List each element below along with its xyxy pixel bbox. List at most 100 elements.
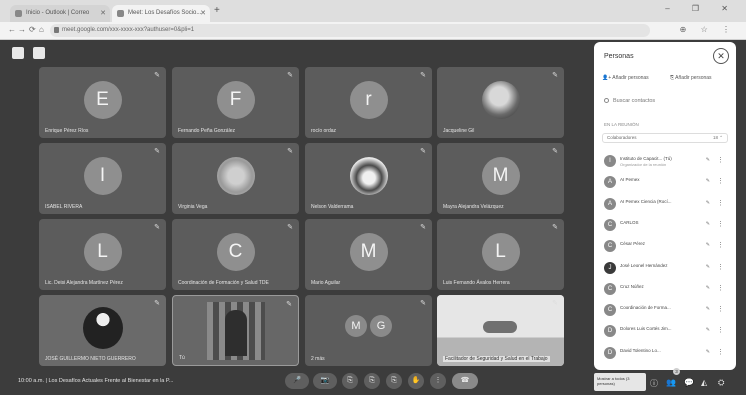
participant-tile[interactable]: M ✎ Mario Aguilar xyxy=(305,219,432,290)
participant-tile[interactable]: ✎ Facilitador de Seguridad y Salud en el … xyxy=(437,295,564,366)
participant-row[interactable]: C Cruz Núñez ✎ ⋮ xyxy=(604,279,730,299)
participant-tile[interactable]: L ✎ Lic. Deisi Alejandra Martínez Pérez xyxy=(39,219,166,290)
pin-icon[interactable]: ✎ xyxy=(420,147,426,155)
camera-button[interactable]: 📷 xyxy=(313,373,337,389)
present-button[interactable]: ⎘ xyxy=(386,373,402,389)
more-icon[interactable]: ⋮ xyxy=(717,199,724,207)
pin-icon[interactable]: ✎ xyxy=(552,299,558,307)
pin-icon[interactable]: ✎ xyxy=(154,223,160,231)
participant-tile[interactable]: L ✎ Luis Fernando Ávalos Herrera xyxy=(437,219,564,290)
more-icon[interactable]: ⋮ xyxy=(717,284,724,292)
participant-tile[interactable]: ✎ Tú xyxy=(172,295,299,366)
participant-tile[interactable]: ✎ Jacqueline Gil xyxy=(437,67,564,138)
participant-name: 2 más xyxy=(311,356,325,362)
participant-row[interactable]: A AI Pemex ✎ ⋮ xyxy=(604,172,730,192)
window-controls[interactable]: – ❐ ✕ xyxy=(665,4,738,13)
participant-tile[interactable]: ✎ Virginia Vega xyxy=(172,143,299,214)
collaborators-group[interactable]: Colaboradores 18 ⌃ xyxy=(602,133,728,143)
pin-icon[interactable]: ✎ xyxy=(420,299,426,307)
contact-search-input[interactable]: Buscar contactos xyxy=(604,98,655,104)
pin-icon[interactable]: ✎ xyxy=(706,327,710,333)
pin-icon[interactable]: ✎ xyxy=(286,300,292,308)
layout-icon[interactable] xyxy=(12,47,24,59)
browser-tab-meet[interactable]: Meet: Los Desafíos Socio... ✕ xyxy=(112,5,210,22)
close-tab-icon[interactable]: ✕ xyxy=(100,5,106,22)
participant-row[interactable]: C CARLOS ✎ ⋮ xyxy=(604,215,730,235)
pin-icon[interactable]: ✎ xyxy=(420,71,426,79)
participant-tile[interactable]: ✎ JOSÉ GUILLERMO NIETO GUERRERO xyxy=(39,295,166,366)
share-link-button[interactable]: ⎘ Añadir personas xyxy=(670,73,712,84)
pin-icon[interactable]: ✎ xyxy=(706,306,710,312)
reload-icon[interactable]: ⟳ xyxy=(29,25,36,34)
participant-tile[interactable]: M ✎ Mayra Alejandra Velázquez xyxy=(437,143,564,214)
close-panel-button[interactable]: ✕ xyxy=(713,48,729,64)
participant-row[interactable]: D Dolores Luis Cortés Jim... ✎ ⋮ xyxy=(604,321,730,341)
captions-icon[interactable] xyxy=(33,47,46,59)
pin-icon[interactable]: ✎ xyxy=(706,200,710,206)
more-icon[interactable]: ⋮ xyxy=(717,326,724,334)
close-tab-icon[interactable]: ✕ xyxy=(200,5,206,22)
more-icon[interactable]: ⋮ xyxy=(717,177,724,185)
home-icon[interactable]: ⌂ xyxy=(39,25,44,34)
pin-icon[interactable]: ✎ xyxy=(706,264,710,270)
more-icon[interactable]: ⋮ xyxy=(717,263,724,271)
participant-tile[interactable]: r ✎ rocío ordaz xyxy=(305,67,432,138)
pin-icon[interactable]: ✎ xyxy=(552,71,558,79)
participant-tile[interactable]: C ✎ Coordinación de Formación y Salud TDE xyxy=(172,219,299,290)
pin-icon[interactable]: ✎ xyxy=(552,223,558,231)
browser-tab-outlook[interactable]: Inicio - Outlook | Correo ✕ xyxy=(10,5,110,22)
pin-icon[interactable]: ✎ xyxy=(706,242,710,248)
participant-row[interactable]: I Instituto de Capacit... (Tú) Organizador… xyxy=(604,151,730,171)
people-icon[interactable]: 👥 xyxy=(666,378,676,387)
tooltip: Mostrar a todos (3 personas) xyxy=(594,373,646,391)
participant-row[interactable]: A AI Pemex Ciencia (Rocí... ✎ ⋮ xyxy=(604,194,730,214)
pin-icon[interactable]: ✎ xyxy=(706,157,710,163)
new-tab-button[interactable]: + xyxy=(214,5,220,16)
participant-tile[interactable]: M G ✎ 2 más xyxy=(305,295,432,366)
add-people-button[interactable]: 👤+ Añadir personas xyxy=(602,73,649,84)
more-icon[interactable]: ⋮ xyxy=(717,348,724,356)
participant-row[interactable]: C Coordinación de Forma... ✎ ⋮ xyxy=(604,300,730,320)
pin-icon[interactable]: ✎ xyxy=(552,147,558,155)
raise-hand-button[interactable]: ✋ xyxy=(408,373,424,389)
participant-row[interactable]: J José Leonel Hernández ✎ ⋮ xyxy=(604,258,730,278)
chat-icon[interactable]: 💬 xyxy=(684,378,694,387)
back-icon[interactable]: ← xyxy=(8,25,16,34)
more-options-button[interactable]: ⋮ xyxy=(430,373,446,389)
host-controls-icon[interactable]: ⛭ xyxy=(718,378,724,388)
info-icon[interactable]: ⓘ xyxy=(650,378,658,389)
activities-icon[interactable]: ◭ xyxy=(701,378,707,387)
more-icon[interactable]: ⋮ xyxy=(717,305,724,313)
participant-tile[interactable]: E ✎ Enrique Pérez Ríos xyxy=(39,67,166,138)
pin-icon[interactable]: ✎ xyxy=(706,178,710,184)
pin-icon[interactable]: ✎ xyxy=(706,221,710,227)
avatar: D xyxy=(604,325,616,338)
participant-tile[interactable]: F ✎ Fernando Peña González xyxy=(172,67,299,138)
more-icon[interactable]: ⋮ xyxy=(717,156,724,164)
more-icon[interactable]: ⋮ xyxy=(717,220,724,228)
search-icon xyxy=(604,98,609,103)
pin-icon[interactable]: ✎ xyxy=(287,71,293,79)
camera-object xyxy=(483,321,517,333)
captions-button[interactable]: ⎘ xyxy=(342,373,358,389)
pin-icon[interactable]: ✎ xyxy=(287,147,293,155)
participant-tile[interactable]: I ✎ ISABEL RIVERA xyxy=(39,143,166,214)
pin-icon[interactable]: ✎ xyxy=(287,223,293,231)
pin-icon[interactable]: ✎ xyxy=(154,147,160,155)
participant-tile[interactable]: ✎ Nelson Valderrama xyxy=(305,143,432,214)
pin-icon[interactable]: ✎ xyxy=(420,223,426,231)
browser-actions[interactable]: ⊕ ☆ ⋮ xyxy=(680,25,736,34)
participant-row[interactable]: D David Tolentino Lo... ✎ ⋮ xyxy=(604,343,730,363)
pin-icon[interactable]: ✎ xyxy=(154,71,160,79)
url-input[interactable]: meet.google.com/xxx-xxxx-xxx?authuser=0&… xyxy=(50,24,650,37)
pin-icon[interactable]: ✎ xyxy=(154,299,160,307)
leave-call-button[interactable]: ☎ xyxy=(452,373,478,389)
pin-icon[interactable]: ✎ xyxy=(706,349,710,355)
forward-icon[interactable]: → xyxy=(18,25,26,34)
emoji-button[interactable]: ⎘ xyxy=(364,373,380,389)
participant-name: Jacqueline Gil xyxy=(443,128,475,134)
participant-row[interactable]: C César Pérez ✎ ⋮ xyxy=(604,236,730,256)
microphone-button[interactable]: 🎤 xyxy=(285,373,309,389)
more-icon[interactable]: ⋮ xyxy=(717,241,724,249)
pin-icon[interactable]: ✎ xyxy=(706,285,710,291)
